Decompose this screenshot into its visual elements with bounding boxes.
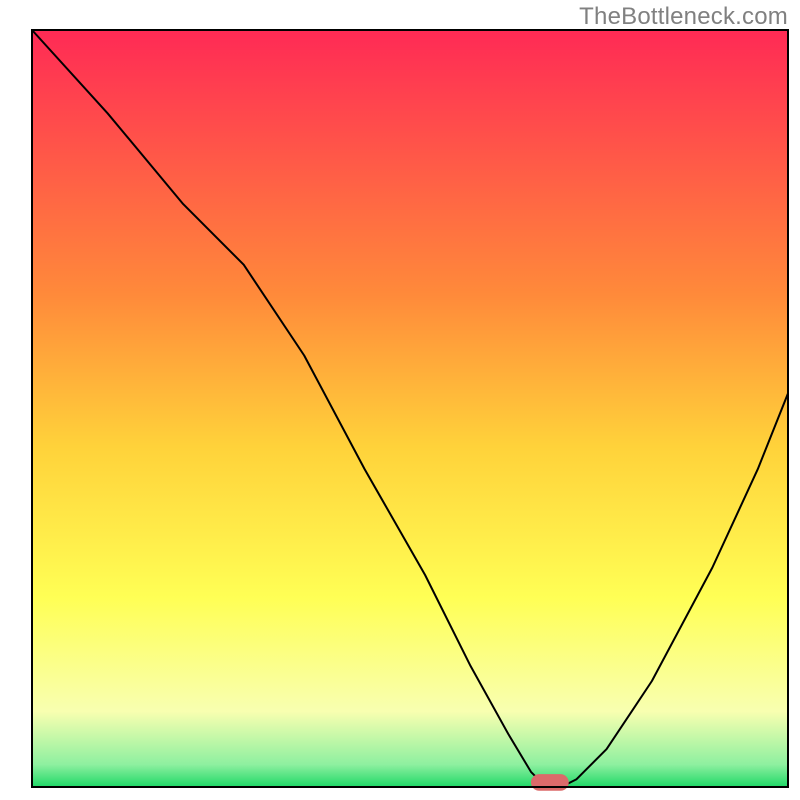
optimal-marker	[531, 774, 569, 791]
chart-svg	[0, 0, 800, 800]
chart-stage: TheBottleneck.com	[0, 0, 800, 800]
watermark-text: TheBottleneck.com	[579, 3, 788, 31]
chart-gradient-background	[32, 30, 788, 787]
